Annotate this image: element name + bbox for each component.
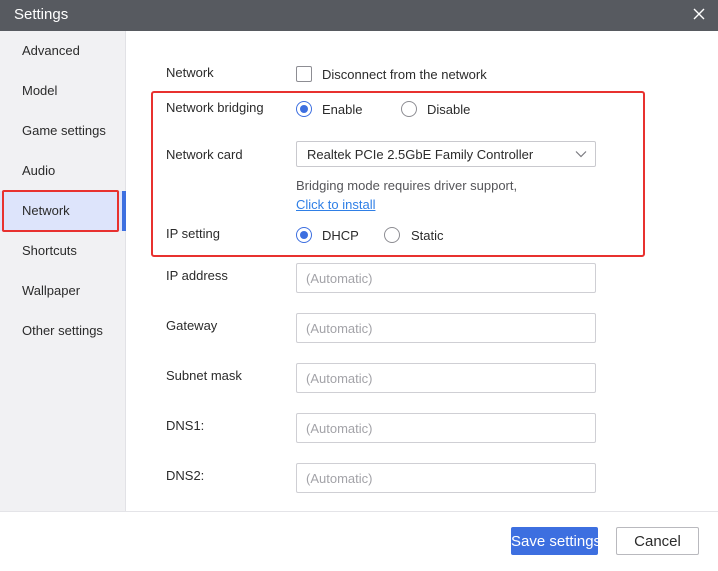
- ip-dhcp-label: DHCP: [322, 228, 359, 243]
- bridging-enable-label: Enable: [322, 102, 363, 117]
- sidebar-item-wallpaper[interactable]: Wallpaper: [0, 271, 126, 311]
- save-settings-button[interactable]: Save settings: [511, 527, 601, 555]
- sidebar-item-label: Wallpaper: [22, 283, 81, 298]
- network-label: Network: [166, 65, 214, 80]
- dns2-input[interactable]: [296, 463, 596, 493]
- dns1-input[interactable]: [296, 413, 596, 443]
- dns1-label: DNS1:: [166, 418, 205, 433]
- settings-sidebar: Advanced Model Game settings Audio Netwo…: [0, 31, 126, 511]
- install-link[interactable]: Click to install: [296, 197, 375, 212]
- title-bar: Settings: [0, 0, 718, 31]
- sidebar-item-advanced[interactable]: Advanced: [0, 31, 126, 71]
- sidebar-item-label: Model: [22, 83, 58, 98]
- gateway-input[interactable]: [296, 313, 596, 343]
- sidebar-item-label: Game settings: [22, 123, 106, 138]
- sidebar-item-other-settings[interactable]: Other settings: [0, 311, 126, 351]
- ip-static-label: Static: [411, 228, 444, 243]
- sidebar-item-network[interactable]: Network: [0, 191, 126, 231]
- sidebar-item-game-settings[interactable]: Game settings: [0, 111, 126, 151]
- sidebar-item-label: Network: [22, 203, 70, 218]
- gateway-label: Gateway: [166, 318, 218, 333]
- ip-address-label: IP address: [166, 268, 228, 283]
- bridging-label: Network bridging: [166, 100, 264, 115]
- chevron-down-icon: [575, 151, 587, 158]
- sidebar-item-model[interactable]: Model: [0, 71, 126, 111]
- cancel-button[interactable]: Cancel: [616, 527, 699, 555]
- bridging-disable-label: Disable: [427, 102, 471, 117]
- sidebar-item-label: Other settings: [22, 323, 103, 338]
- subnet-mask-input[interactable]: [296, 363, 596, 393]
- network-card-label: Network card: [166, 147, 243, 162]
- bridging-enable-radio[interactable]: [296, 101, 312, 117]
- sidebar-item-audio[interactable]: Audio: [0, 151, 126, 191]
- sidebar-item-shortcuts[interactable]: Shortcuts: [0, 231, 126, 271]
- dns2-label: DNS2:: [166, 468, 205, 483]
- subnet-mask-label: Subnet mask: [166, 368, 242, 383]
- disconnect-checkbox[interactable]: [296, 66, 312, 82]
- sidebar-item-label: Advanced: [22, 43, 80, 58]
- dialog-footer: [0, 511, 718, 571]
- close-icon[interactable]: [690, 5, 708, 23]
- window-title: Settings: [14, 6, 69, 23]
- sidebar-item-label: Shortcuts: [22, 243, 77, 258]
- network-card-value: Realtek PCIe 2.5GbE Family Controller: [307, 147, 534, 162]
- ip-static-radio[interactable]: [384, 227, 400, 243]
- network-card-select[interactable]: Realtek PCIe 2.5GbE Family Controller: [296, 141, 596, 167]
- sidebar-item-label: Audio: [22, 163, 56, 178]
- bridging-note: Bridging mode requires driver support,: [296, 178, 518, 193]
- disconnect-label: Disconnect from the network: [322, 67, 487, 82]
- bridging-disable-radio[interactable]: [401, 101, 417, 117]
- ip-setting-label: IP setting: [166, 226, 220, 241]
- ip-dhcp-radio[interactable]: [296, 227, 312, 243]
- ip-address-input[interactable]: [296, 263, 596, 293]
